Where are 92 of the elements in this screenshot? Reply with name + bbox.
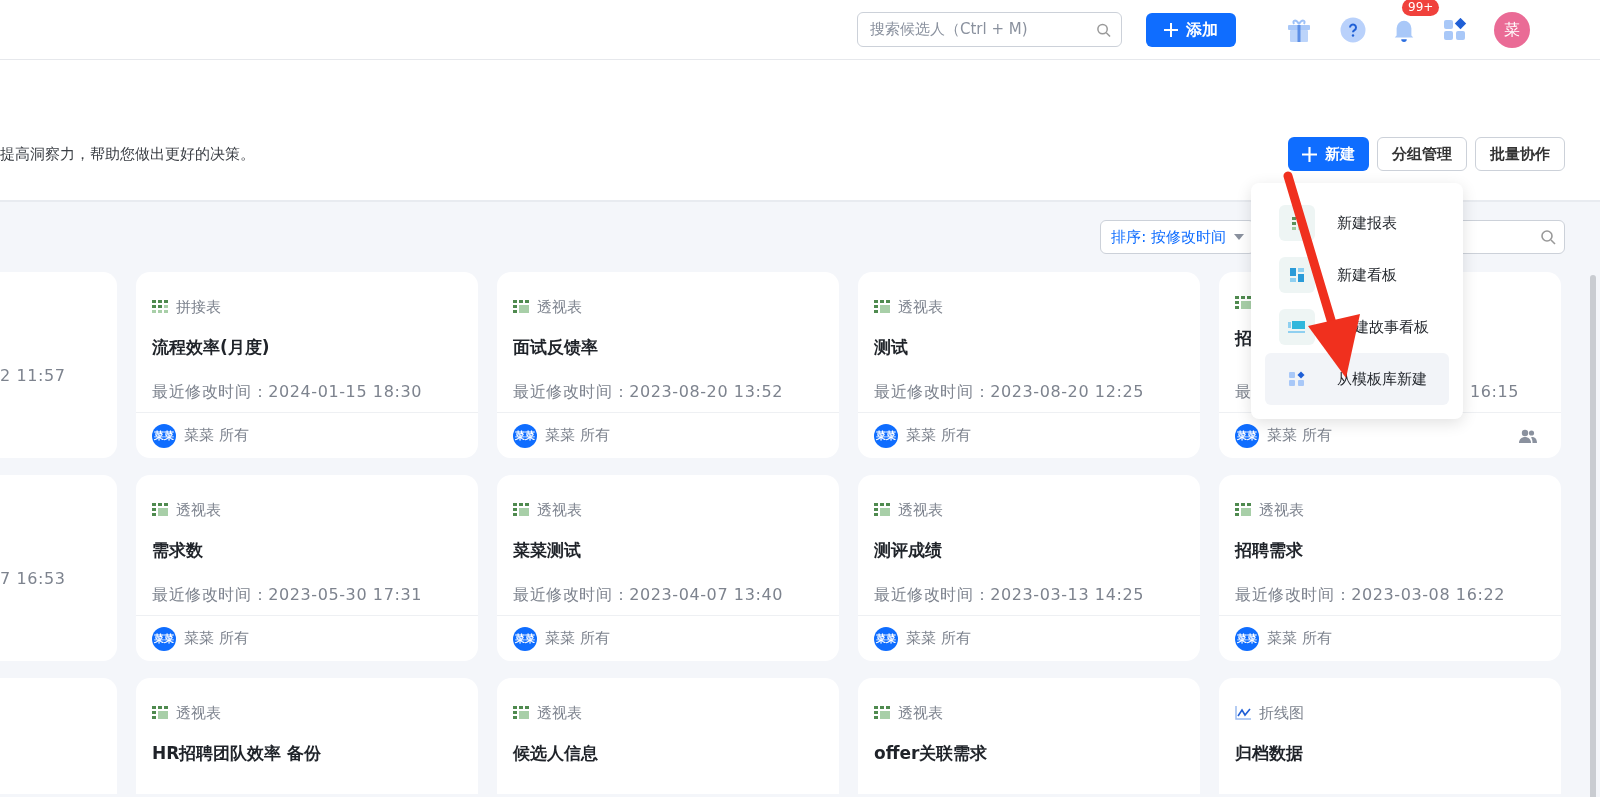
owner-label: 菜菜 所有 [1267,425,1332,447]
modified-time: 7 16:53 [0,568,67,590]
pivot-table-icon [874,503,890,518]
report-card[interactable]: 透视表 招聘需求 最近修改时间：2023-03-08 16:22 菜菜 菜菜 所有 [1219,475,1561,661]
report-card[interactable]: 透视表 HR招聘团队效率 备份 [136,678,478,794]
pivot-table-icon [152,706,168,721]
report-type: 拼接表 [176,297,221,318]
owner-label: 菜菜 所有 [184,425,249,447]
plus-icon [1164,22,1178,37]
slides-icon [1279,309,1315,345]
report-card[interactable]: 拼接表 流程效率(月度) 最近修改时间：2024-01-15 18:30 菜菜 菜菜 所有 [136,272,478,458]
modified-time: 最近修改时间：2023-08-20 12:25 [874,381,1145,403]
report-card[interactable]: 7 16:53 [0,475,117,661]
pivot-table-icon [513,300,529,315]
report-card[interactable]: 透视表 测评成绩 最近修改时间：2023-03-13 14:25 菜菜 菜菜 所有 [858,475,1200,661]
report-title: 测评成绩 [874,538,942,562]
modified-time: 最 [1235,381,1252,403]
owner-avatar: 菜菜 [513,626,537,651]
modified-time: 2 11:57 [0,365,67,387]
owner-avatar: 菜菜 [874,626,898,651]
pivot-table-icon [1235,296,1251,310]
modified-time: 最近修改时间：2023-05-30 17:31 [152,584,423,606]
pivot-table-icon [874,706,890,721]
modified-time: 最近修改时间：2023-03-08 16:22 [1235,584,1506,606]
report-type: 透视表 [537,297,582,318]
owner-avatar: 菜菜 [1235,423,1259,448]
pivot-table-icon [1235,503,1251,518]
report-card[interactable]: 透视表 需求数 最近修改时间：2023-05-30 17:31 菜菜 菜菜 所有 [136,475,478,661]
owner-avatar: 菜菜 [513,423,537,448]
grid-icon [152,300,168,315]
report-type: 折线图 [1259,703,1304,724]
pivot-table-icon [513,503,529,518]
report-title: HR招聘团队效率 备份 [152,741,322,765]
report-title: offer关联需求 [874,741,988,765]
report-title: 候选人信息 [513,741,598,765]
report-type: 透视表 [898,500,943,521]
report-title: 招聘需求 [1235,538,1303,562]
report-title: 招 [1235,327,1252,350]
owner-label: 菜菜 所有 [906,425,971,447]
search-icon [1096,21,1111,38]
add-button[interactable]: 添加 [1146,12,1236,47]
owner-label: 菜菜 所有 [545,425,610,447]
report-type: 透视表 [1259,500,1304,521]
report-card[interactable]: 透视表 候选人信息 [497,678,839,794]
line-chart-icon [1235,706,1251,721]
modified-time: 最近修改时间：2024-01-15 18:30 [152,381,423,403]
header-button[interactable]: 批量协作 [1475,137,1565,171]
report-title: 流程效率(月度) [152,335,270,359]
pivot-table-icon [152,503,168,518]
modified-time: 最近修改时间：2023-04-07 13:40 [513,584,784,606]
modified-time: 最近修改时间：2023-08-20 13:52 [513,381,784,403]
new-button[interactable]: 新建 [1288,137,1369,171]
report-type: 透视表 [537,703,582,724]
report-title: 归档数据 [1235,741,1303,765]
report-title: 面试反馈率 [513,335,598,359]
report-card[interactable]: 透视表 offer关联需求 [858,678,1200,794]
pivot-table-icon [513,706,529,721]
dashboard-icon [1279,257,1315,293]
search-icon [1540,229,1556,245]
pivot-table-icon [874,300,890,315]
report-card[interactable]: 透视表 测试 最近修改时间：2023-08-20 12:25 菜菜 菜菜 所有 [858,272,1200,458]
plus-icon [1302,146,1317,162]
report-type: 透视表 [537,500,582,521]
report-type: 透视表 [176,703,221,724]
search-field[interactable]: 搜索候选人（Ctrl + M) [857,12,1122,47]
menu-item[interactable]: 新建报表 [1265,197,1449,249]
owner-avatar: 菜菜 [874,423,898,448]
report-card[interactable]: 透视表 菜菜测试 最近修改时间：2023-04-07 13:40 菜菜 菜菜 所有 [497,475,839,661]
report-title: 需求数 [152,538,203,562]
menu-item[interactable]: 从模板库新建 [1265,353,1449,405]
owner-label: 菜菜 所有 [184,628,249,650]
report-card[interactable]: 2 11:57 [0,272,117,458]
caret-icon [1234,234,1244,240]
notification-badge: 99+ [1402,0,1440,16]
scrollbar[interactable] [1590,275,1596,797]
owner-avatar: 菜菜 [152,626,176,651]
owner-avatar: 菜菜 [1235,626,1259,651]
report-card[interactable]: 折线图 归档数据 [1219,678,1561,794]
report-type: 透视表 [898,703,943,724]
report-type: 透视表 [898,297,943,318]
modified-time: 16:15 [1469,381,1519,403]
header-button[interactable]: 分组管理 [1377,137,1467,171]
page-description: 提高洞察力，帮助您做出更好的决策。 [0,143,255,165]
report-type: 透视表 [176,500,221,521]
report-title: 菜菜测试 [513,538,581,562]
modified-time: 最近修改时间：2023-03-13 14:25 [874,584,1145,606]
report-title: 测试 [874,335,908,359]
owner-avatar: 菜菜 [152,423,176,448]
report-card[interactable]: 透视表 面试反馈率 最近修改时间：2023-08-20 13:52 菜菜 菜菜 所有 [497,272,839,458]
owner-label: 菜菜 所有 [545,628,610,650]
owner-label: 菜菜 所有 [906,628,971,650]
owner-label: 菜菜 所有 [1267,628,1332,650]
